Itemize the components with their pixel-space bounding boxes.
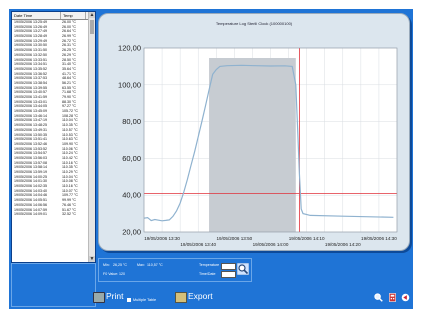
exit-icon[interactable] [401, 293, 410, 302]
y-tick-label: 40,00 [122, 191, 141, 200]
y-tick-label: 60,00 [122, 154, 141, 163]
table-scrollbar[interactable]: ▲ ▼ [88, 12, 95, 262]
y-tick-label: 100,00 [118, 80, 141, 89]
x-tick-label: 19/05/2006 13:50 [216, 236, 252, 241]
multiple-table-checkbox[interactable]: Multiple Table [127, 298, 156, 302]
multiple-table-label: Multiple Table [133, 298, 157, 302]
x-tick-label: 19/05/2006 13:30 [144, 236, 180, 241]
min-value: 26,25 °C [113, 263, 128, 267]
cell-datetime: 19/05/2006 14:09:01 [14, 212, 47, 217]
scroll-down-icon[interactable]: ▼ [89, 256, 95, 262]
max-value: 110,57 °C [147, 263, 163, 267]
shaded-region [209, 58, 296, 232]
column-header-datetime[interactable]: Date Time [12, 12, 61, 19]
x-tick-label: 19/05/2006 13:40 [180, 242, 216, 247]
chart-panel: Temperature Log Sterili Clock (100000100… [98, 13, 410, 251]
column-header-temp[interactable]: Temp [61, 12, 86, 19]
table-body: 19/05/2006 13:25:49 26.00 °C 19/05/2006 13… [12, 20, 89, 262]
min-label: Min: [103, 263, 110, 267]
table-header: Date Time Temp [12, 12, 95, 20]
scroll-up-icon[interactable]: ▲ [89, 12, 95, 18]
y-tick-label: 120,00 [118, 44, 141, 53]
checkbox-box[interactable] [127, 298, 131, 302]
x-tick-label: 19/05/2006 14:00 [253, 242, 289, 247]
stats-panel: Min: 26,25 °C Max: 110,57 °C F0 Value: 1… [98, 258, 252, 282]
bottom-toolbar: Print Multiple Table Export [93, 291, 413, 306]
x-tick-label: 19/05/2006 14:30 [361, 236, 397, 241]
scroll-thumb[interactable] [90, 20, 94, 34]
export-icon[interactable] [175, 292, 187, 303]
cell-temp: 32.52 °C [62, 212, 77, 217]
time-date-filter-label: Time/Date [199, 272, 216, 276]
printer-icon[interactable] [93, 292, 105, 303]
fo-label: F0 Value: [103, 272, 119, 276]
export-button[interactable]: Export [188, 291, 213, 301]
temperature-filter-input[interactable] [221, 263, 236, 270]
readings-table[interactable]: Date Time Temp 19/05/2006 13:25:49 26.00 … [11, 11, 96, 263]
app-window: Date Time Temp 19/05/2006 13:25:49 26.00 … [9, 9, 413, 309]
search-icon[interactable] [237, 263, 249, 275]
max-label: Max: [137, 263, 145, 267]
empty-panel [11, 263, 96, 307]
zoom-icon[interactable] [374, 293, 383, 302]
table-row[interactable]: 19/05/2006 14:09:01 32.52 °C [12, 212, 89, 217]
temperature-chart[interactable]: 20,00 40,00 60,00 80,00 100,00 120,00 19/05/20… [99, 14, 409, 250]
x-tick-label: 19/05/2006 14:20 [325, 242, 361, 247]
time-date-filter-input[interactable] [221, 271, 236, 278]
calculator-icon[interactable] [388, 293, 397, 302]
print-button[interactable]: Print [106, 291, 123, 301]
y-tick-label: 80,00 [122, 117, 141, 126]
temperature-filter-label: Temperature [199, 263, 220, 267]
y-tick-label: 20,00 [122, 228, 141, 237]
x-tick-label: 19/05/2006 14:10 [289, 236, 325, 241]
fo-value: 120 [119, 272, 125, 276]
